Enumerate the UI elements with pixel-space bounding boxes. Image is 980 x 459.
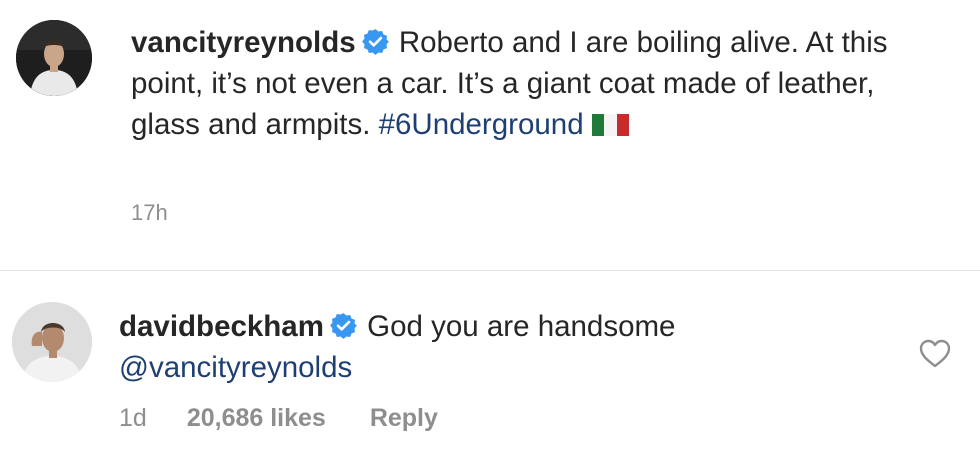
verified-badge-icon [361, 25, 389, 55]
hashtag-link[interactable]: #6Underground [379, 108, 584, 141]
caption-timestamp: 17h [131, 200, 168, 225]
comment-username[interactable]: davidbeckham [119, 310, 324, 343]
avatar[interactable] [12, 302, 92, 382]
italy-flag-icon [591, 106, 629, 136]
post-caption: vancityreynolds Roberto and I are boilin… [0, 0, 980, 270]
caption-text-block: vancityreynolds Roberto and I are boilin… [131, 22, 931, 145]
profile-photo-icon [12, 302, 92, 382]
comment-text-block: davidbeckham God you are handsome @vanci… [119, 306, 879, 388]
instagram-comment-thread: vancityreynolds Roberto and I are boilin… [0, 0, 980, 459]
caption-username[interactable]: vancityreynolds [131, 26, 356, 59]
reply-button[interactable]: Reply [370, 404, 438, 432]
profile-photo-icon [16, 20, 92, 96]
comment-text: God you are handsome [367, 310, 676, 343]
avatar[interactable] [16, 20, 92, 96]
comment-timestamp: 1d [119, 404, 147, 432]
mention-link[interactable]: @vancityreynolds [119, 351, 352, 384]
divider [0, 270, 980, 271]
likes-count[interactable]: 20,686 likes [187, 404, 326, 432]
comment-row: davidbeckham God you are handsome @vanci… [0, 272, 980, 459]
verified-badge-icon [330, 309, 357, 339]
heart-outline-icon[interactable] [918, 338, 952, 368]
comment-meta: 1d 20,686 likes Reply [119, 404, 438, 433]
